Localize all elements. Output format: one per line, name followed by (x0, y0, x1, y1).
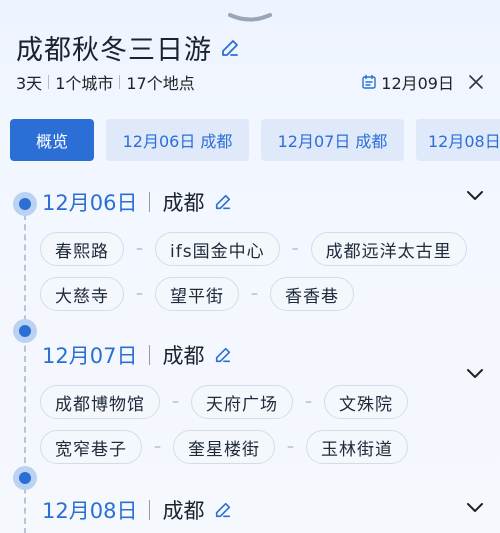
route-dash: – (172, 394, 179, 410)
route-dash: – (136, 286, 143, 302)
meta-divider (48, 75, 50, 89)
chevron-down-icon[interactable] (466, 368, 484, 380)
edit-day-icon[interactable] (214, 346, 232, 364)
day-tabs: 概览 12月06日 成都 12月07日 成都 12月08日 (10, 119, 500, 161)
edit-day-icon[interactable] (214, 501, 232, 519)
place-chip[interactable]: 文殊院 (324, 385, 408, 419)
place-chip[interactable]: 奎星楼街 (173, 430, 275, 464)
place-chip[interactable]: 成都远洋太古里 (310, 232, 467, 266)
trip-meta: 3天 1个城市 17个地点 12月09日 (16, 70, 484, 94)
trip-header: 成都秋冬三日游 (16, 28, 484, 67)
day-city: 成都 (162, 191, 205, 215)
place-row: 大慈寺 – 望平街 – 香香巷 (40, 277, 354, 311)
place-chip[interactable]: ifs国金中心 (155, 232, 280, 266)
day-divider (149, 192, 151, 212)
place-chip[interactable]: 春熙路 (40, 232, 124, 266)
date-selector[interactable]: 12月09日 (361, 70, 484, 94)
day-city: 成都 (162, 499, 205, 523)
tab-day-1206[interactable]: 12月06日 成都 (106, 119, 249, 161)
place-chip[interactable]: 望平街 (155, 277, 239, 311)
route-dash: – (136, 241, 143, 257)
timeline-dot (13, 466, 37, 490)
place-chip[interactable]: 天府广场 (191, 385, 293, 419)
place-chip[interactable]: 香香巷 (270, 277, 354, 311)
place-chip[interactable]: 宽窄巷子 (40, 430, 142, 464)
chevron-down-icon[interactable] (466, 190, 484, 202)
meta-divider (119, 75, 121, 89)
timeline-dot (13, 192, 37, 216)
day-header: 12月06日 成都 (42, 187, 232, 217)
calendar-icon (362, 74, 376, 89)
meta-places: 17个地点 (126, 74, 195, 93)
edit-title-icon[interactable] (220, 38, 240, 58)
tab-overview[interactable]: 概览 (10, 119, 94, 161)
meta-days: 3天 (16, 74, 43, 93)
route-dash: – (291, 241, 299, 257)
route-dash: – (154, 439, 161, 455)
date-label: 12月09日 (381, 74, 454, 93)
sheet-grabber-icon[interactable] (228, 12, 272, 24)
meta-cities: 1个城市 (55, 74, 114, 93)
day-header: 12月07日 成都 (42, 340, 232, 370)
timeline-dot (13, 319, 37, 343)
route-dash: – (305, 394, 312, 410)
close-icon[interactable] (468, 74, 484, 90)
route-dash: – (287, 439, 294, 455)
day-divider (149, 500, 151, 520)
day-divider (149, 345, 151, 365)
tab-day-1208[interactable]: 12月08日 (416, 119, 500, 161)
day-city: 成都 (162, 344, 205, 368)
chevron-down-icon[interactable] (466, 502, 484, 514)
place-row: 成都博物馆 – 天府广场 – 文殊院 (40, 385, 408, 419)
tab-day-1207[interactable]: 12月07日 成都 (261, 119, 404, 161)
day-date: 12月07日 (42, 344, 138, 368)
place-row: 春熙路 – ifs国金中心 – 成都远洋太古里 (40, 232, 467, 266)
day-date: 12月06日 (42, 191, 138, 215)
page-title: 成都秋冬三日游 (16, 35, 212, 66)
day-header: 12月08日 成都 (42, 495, 232, 525)
edit-day-icon[interactable] (214, 193, 232, 211)
route-dash: – (251, 286, 258, 302)
place-chip[interactable]: 玉林街道 (306, 430, 408, 464)
place-chip[interactable]: 大慈寺 (40, 277, 124, 311)
place-chip[interactable]: 成都博物馆 (40, 385, 160, 419)
day-date: 12月08日 (42, 499, 138, 523)
place-row: 宽窄巷子 – 奎星楼街 – 玉林街道 (40, 430, 408, 464)
